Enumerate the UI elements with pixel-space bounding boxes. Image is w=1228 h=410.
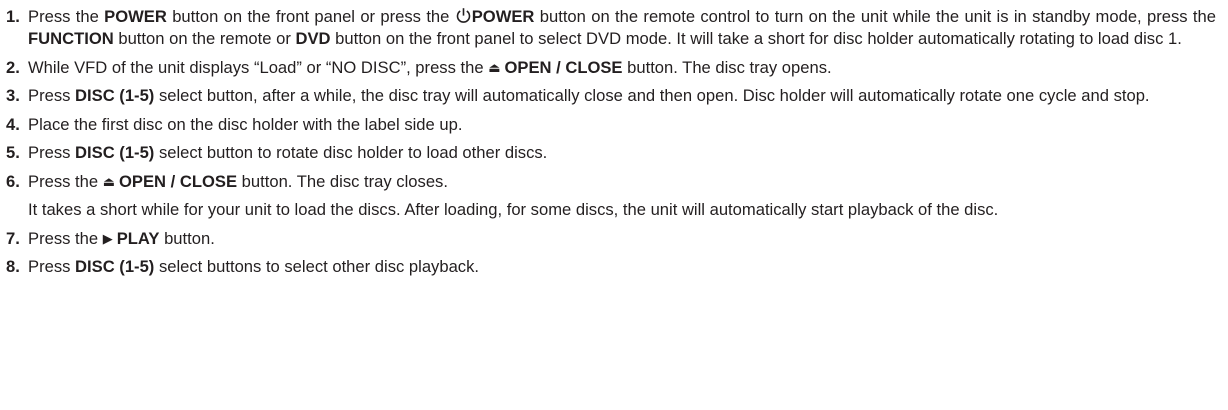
step-number: 7. bbox=[6, 228, 20, 248]
step-7: 7. Press the ▶ PLAY button. bbox=[6, 228, 215, 248]
step-5: 5. Press DISC (1-5) select button to rot… bbox=[6, 143, 548, 163]
disc-select-label: DISC (1-5) bbox=[75, 257, 155, 277]
step-number: 8. bbox=[6, 257, 20, 277]
eject-icon: ⏏ bbox=[102, 173, 116, 189]
function-label: FUNCTION bbox=[28, 29, 114, 48]
eject-icon: ⏏ bbox=[488, 59, 501, 75]
step-1: 1. Press the POWER button on the front p… bbox=[6, 7, 1216, 48]
manual-page: 1. Press the POWER button on the front p… bbox=[0, 0, 1228, 410]
step-8: 8. Press DISC (1-5) select buttons to se… bbox=[6, 257, 480, 277]
play-label: PLAY bbox=[116, 228, 160, 248]
step-number: 2. bbox=[6, 57, 20, 77]
step-number: 3. bbox=[6, 86, 20, 106]
step-number: 4. bbox=[6, 114, 20, 134]
step-4: 4. Place the first disc on the disc hold… bbox=[6, 114, 463, 134]
open-close-label: OPEN / CLOSE bbox=[119, 171, 238, 191]
step-3: 3. Press DISC (1-5) select button, after… bbox=[6, 86, 1150, 106]
power-label: POWER bbox=[104, 7, 167, 26]
play-icon: ▶ bbox=[102, 230, 113, 246]
remote-power-label: POWER bbox=[471, 7, 535, 26]
step-2: 2. While VFD of the unit displays “Load”… bbox=[6, 57, 832, 77]
step-number: 5. bbox=[6, 143, 20, 163]
disc-select-label: DISC (1-5) bbox=[75, 143, 155, 163]
disc-select-label: DISC (1-5) bbox=[75, 86, 155, 106]
instruction-steps: 1. Press the POWER button on the front p… bbox=[6, 6, 1216, 278]
step-number: 6. bbox=[6, 171, 20, 191]
step-number: 1. bbox=[6, 7, 20, 26]
step-6-note: It takes a short while for your unit to … bbox=[28, 199, 999, 219]
open-close-label: OPEN / CLOSE bbox=[504, 57, 623, 77]
step-6: 6. Press the ⏏ OPEN / CLOSE button. The d… bbox=[6, 171, 1216, 221]
power-icon bbox=[455, 7, 472, 24]
dvd-label: DVD bbox=[295, 29, 331, 48]
